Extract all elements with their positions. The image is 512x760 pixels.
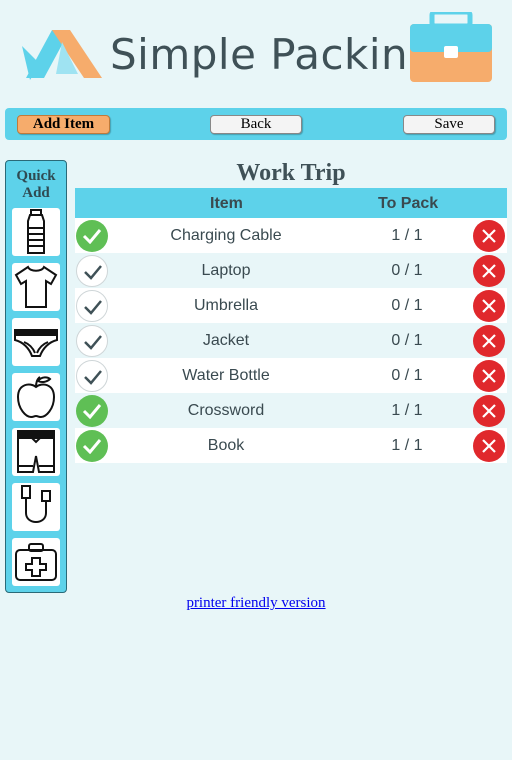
delete-item-button[interactable]	[473, 325, 505, 357]
delete-item-button[interactable]	[473, 255, 505, 287]
quick-add-usb-cable[interactable]	[12, 483, 60, 531]
printer-friendly-link[interactable]: printer friendly version	[186, 595, 325, 611]
packed-toggle-button[interactable]	[76, 255, 108, 287]
delete-item-button[interactable]	[473, 395, 505, 427]
packed-toggle-button[interactable]	[76, 220, 108, 252]
packed-toggle-button[interactable]	[76, 290, 108, 322]
save-button[interactable]: Save	[403, 115, 495, 134]
item-name: Laptop	[201, 262, 251, 279]
table-row: Charging Cable 1 / 1	[75, 218, 507, 253]
delete-item-button[interactable]	[473, 220, 505, 252]
app-header: Simple Packing	[0, 0, 512, 100]
quick-add-underwear[interactable]	[12, 318, 60, 366]
packed-count: 1 / 1	[391, 437, 423, 454]
item-name: Jacket	[202, 332, 250, 349]
packing-table: Item To Pack Charging Cable 1 / 1 Laptop 0 …	[75, 188, 507, 463]
item-name: Charging Cable	[170, 227, 282, 244]
delete-item-button[interactable]	[473, 430, 505, 462]
delete-item-button[interactable]	[473, 360, 505, 392]
usb-cable-icon	[21, 485, 51, 523]
item-name: Book	[207, 437, 245, 454]
quick-add-first-aid-kit[interactable]	[12, 538, 60, 586]
column-header-to-pack: To Pack	[378, 195, 439, 212]
quick-add-swim-shorts[interactable]	[12, 428, 60, 476]
quick-add-water-bottle[interactable]	[12, 208, 60, 256]
item-name: Water Bottle	[182, 367, 270, 384]
table-row: Crossword 1 / 1	[75, 393, 507, 428]
table-row: Book 1 / 1	[75, 428, 507, 463]
column-header-item: Item	[210, 195, 243, 212]
packed-count: 0 / 1	[391, 262, 423, 279]
underwear-icon	[14, 329, 58, 357]
packed-toggle-button[interactable]	[76, 360, 108, 392]
packed-toggle-button[interactable]	[76, 395, 108, 427]
item-name: Umbrella	[193, 297, 258, 314]
water-bottle-icon	[27, 209, 45, 254]
packed-count: 1 / 1	[391, 402, 423, 419]
first-aid-kit-icon	[15, 543, 57, 581]
quick-add-apple[interactable]	[12, 373, 60, 421]
add-item-button[interactable]: Add Item	[17, 115, 110, 134]
apple-icon	[16, 376, 56, 419]
item-name: Crossword	[187, 402, 265, 419]
packed-count: 0 / 1	[391, 297, 423, 314]
table-row: Umbrella 0 / 1	[75, 288, 507, 323]
table-row: Laptop 0 / 1	[75, 253, 507, 288]
t-shirt-icon	[14, 265, 58, 308]
packed-toggle-button[interactable]	[76, 325, 108, 357]
app-title: Simple Packing	[110, 30, 436, 79]
packed-count: 0 / 1	[391, 367, 423, 384]
back-button[interactable]: Back	[210, 115, 302, 134]
list-title: Work Trip	[236, 160, 346, 186]
packed-toggle-button[interactable]	[76, 430, 108, 462]
quick-add-title: Quick Add	[16, 168, 56, 201]
suitcase-logo-icon	[410, 12, 492, 82]
footer: printer friendly version	[0, 595, 512, 612]
table-row: Jacket 0 / 1	[75, 323, 507, 358]
quick-add-panel: Quick Add	[5, 160, 67, 593]
packed-count: 0 / 1	[391, 332, 423, 349]
table-row: Water Bottle 0 / 1	[75, 358, 507, 393]
swim-shorts-icon	[17, 430, 55, 473]
table-header: Item To Pack	[75, 188, 507, 218]
toolbar: Add Item Back Save	[5, 108, 507, 140]
packed-count: 1 / 1	[391, 227, 423, 244]
quick-add-t-shirt[interactable]	[12, 263, 60, 311]
tent-logo-icon	[22, 30, 102, 80]
delete-item-button[interactable]	[473, 290, 505, 322]
